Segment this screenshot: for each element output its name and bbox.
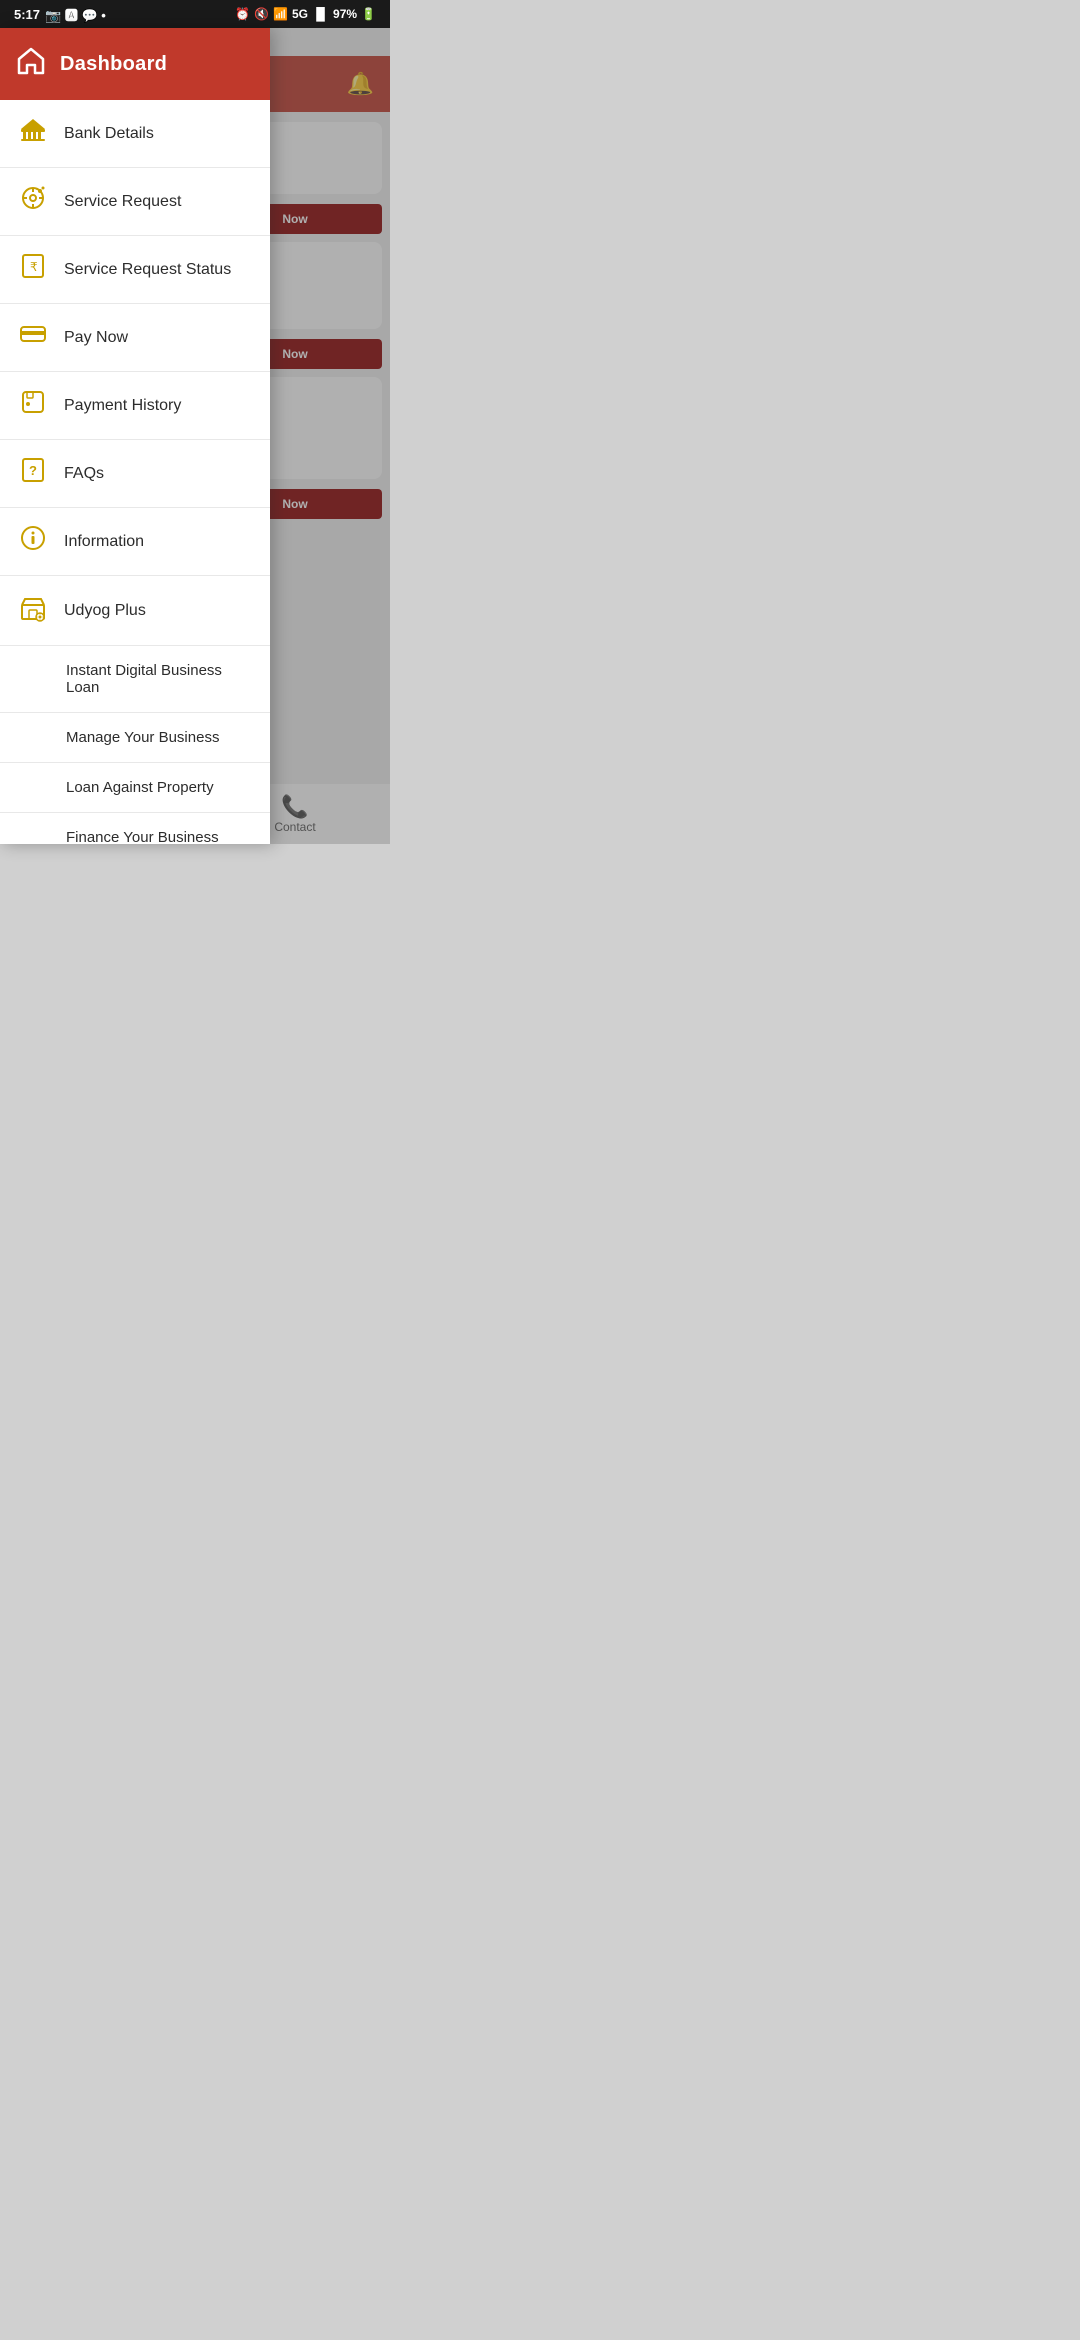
pay-now-label: Pay Now: [64, 329, 128, 347]
notification-icons: 📷 🅰 💬 •: [45, 5, 106, 24]
faqs-icon: ?: [18, 456, 48, 491]
status-right: ⏰ 🔇 📶 5G ▐▌ 97% 🔋: [235, 7, 376, 21]
drawer-dim-overlay[interactable]: [270, 28, 390, 844]
menu-item-faqs[interactable]: ? FAQs: [0, 440, 270, 508]
cellular-icon: ▐▌: [312, 7, 329, 21]
battery-icon: 🔋: [361, 7, 376, 21]
time: 5:17: [14, 7, 40, 22]
submenu-loan-against-property[interactable]: Loan Against Property: [0, 763, 270, 813]
navigation-drawer: Dashboard Bank Details: [0, 28, 270, 844]
menu-item-payment-history[interactable]: Payment History: [0, 372, 270, 440]
menu-item-pay-now[interactable]: Pay Now: [0, 304, 270, 372]
payment-history-icon: [18, 388, 48, 423]
submenu-manage-your-business[interactable]: Manage Your Business: [0, 713, 270, 763]
drawer-title: Dashboard: [60, 53, 167, 76]
svg-text:?: ?: [29, 463, 37, 478]
menu-item-information[interactable]: Information: [0, 508, 270, 576]
home-icon: [16, 46, 46, 83]
information-label: Information: [64, 533, 144, 551]
instant-digital-business-loan-label: Instant Digital Business Loan: [66, 662, 252, 696]
service-request-icon: [18, 184, 48, 219]
payment-history-label: Payment History: [64, 397, 181, 415]
status-bar: 5:17 📷 🅰 💬 • ⏰ 🔇 📶 5G ▐▌ 97% 🔋: [0, 0, 390, 28]
alarm-icon: ⏰: [235, 7, 250, 21]
pay-now-icon: [18, 320, 48, 355]
menu-item-bank-details[interactable]: Bank Details: [0, 100, 270, 168]
drawer-header[interactable]: Dashboard: [0, 28, 270, 100]
udyog-plus-label: Udyog Plus: [64, 602, 146, 620]
loan-against-property-label: Loan Against Property: [66, 779, 214, 796]
service-request-label: Service Request: [64, 193, 181, 211]
mute-icon: 🔇: [254, 7, 269, 21]
submenu-instant-digital-business-loan[interactable]: Instant Digital Business Loan: [0, 646, 270, 713]
service-request-status-icon: ₹: [18, 252, 48, 287]
bank-details-label: Bank Details: [64, 125, 154, 143]
service-request-status-label: Service Request Status: [64, 261, 231, 279]
submenu-finance-your-business[interactable]: Finance Your Business: [0, 813, 270, 844]
svg-text:₹: ₹: [30, 260, 38, 274]
information-icon: [18, 524, 48, 559]
drawer-overlay: Dashboard Bank Details: [0, 28, 390, 844]
wifi-icon: 📶: [273, 7, 288, 21]
status-left: 5:17 📷 🅰 💬 •: [14, 5, 106, 24]
menu-item-service-request[interactable]: Service Request: [0, 168, 270, 236]
udyog-plus-icon: [18, 592, 48, 629]
faqs-label: FAQs: [64, 465, 104, 483]
battery-label: 97%: [333, 7, 357, 21]
manage-your-business-label: Manage Your Business: [66, 729, 219, 746]
signal-label: 5G: [292, 7, 308, 21]
finance-your-business-label: Finance Your Business: [66, 829, 219, 844]
menu-item-udyog-plus[interactable]: Udyog Plus: [0, 576, 270, 646]
menu-item-service-request-status[interactable]: ₹ Service Request Status: [0, 236, 270, 304]
bank-icon: [18, 116, 48, 151]
